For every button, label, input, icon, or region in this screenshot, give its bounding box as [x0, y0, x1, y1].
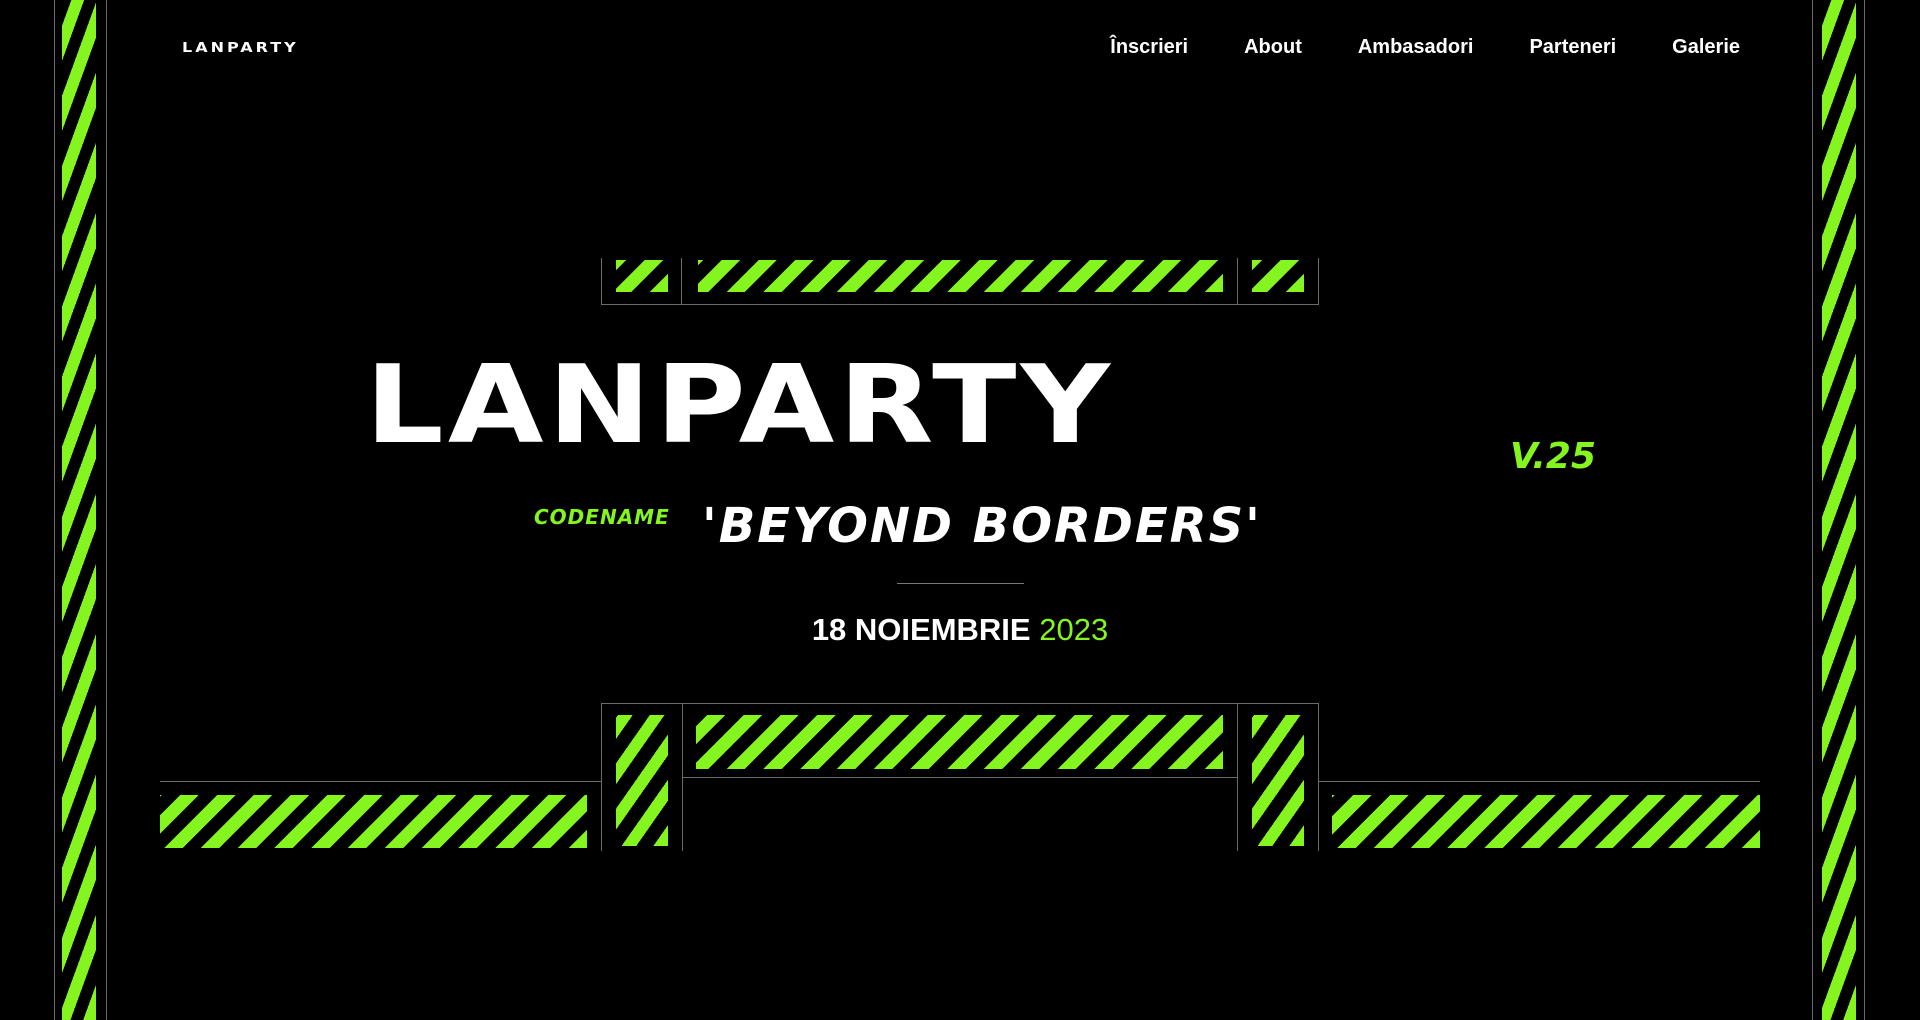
bottom-frame-line	[1318, 703, 1319, 851]
date-year: 2023	[1039, 612, 1109, 647]
bottom-stripe-col-left	[616, 715, 668, 846]
top-hazard-frame	[600, 258, 1320, 306]
right-hazard-stripe	[1822, 0, 1856, 1020]
bottom-frame-line	[601, 703, 602, 851]
left-frame-line-outer	[54, 0, 55, 1020]
top-stripe-center	[698, 260, 1223, 292]
top-stripe-right	[1252, 260, 1304, 292]
bottom-hazard-frame	[160, 703, 1760, 851]
codename: 'BEYOND BORDERS'	[702, 498, 1262, 554]
version-badge: V.25	[1510, 436, 1597, 477]
site-logo[interactable]: LANPARTY	[182, 39, 299, 55]
date-day-month: 18 NOIEMBRIE	[811, 612, 1031, 647]
bottom-stripe-left	[160, 795, 587, 848]
top-frame-line	[1237, 258, 1238, 304]
bottom-frame-line	[1237, 703, 1238, 851]
hero-divider	[897, 583, 1024, 584]
bottom-frame-line	[601, 703, 1319, 704]
top-stripe-left	[616, 260, 668, 292]
codename-label: CODENAME	[534, 505, 670, 529]
left-hazard-stripe	[62, 0, 96, 1020]
top-frame-line	[601, 304, 1319, 305]
bottom-frame-line	[160, 781, 601, 782]
bottom-frame-line	[682, 703, 683, 851]
event-date: 18 NOIEMBRIE 2023	[0, 612, 1920, 648]
top-frame-line	[1318, 258, 1319, 304]
bottom-frame-line	[682, 777, 1238, 778]
nav-parteneri[interactable]: Parteneri	[1529, 36, 1616, 59]
right-frame-line-inner	[1812, 0, 1813, 1020]
top-frame-line	[601, 258, 602, 304]
bottom-frame-line	[1318, 781, 1760, 782]
main-nav: Înscrieri About Ambasadori Parteneri Gal…	[1110, 36, 1740, 59]
top-frame-line	[681, 258, 682, 304]
nav-ambasadori[interactable]: Ambasadori	[1358, 36, 1474, 59]
hero-title: LANPARTY	[365, 343, 1115, 469]
bottom-stripe-col-right	[1252, 715, 1304, 846]
nav-inscrieri[interactable]: Înscrieri	[1110, 36, 1188, 59]
bottom-stripe-right	[1332, 795, 1760, 848]
nav-galerie[interactable]: Galerie	[1672, 36, 1740, 59]
right-frame-line-outer	[1864, 0, 1865, 1020]
nav-about[interactable]: About	[1244, 36, 1302, 59]
bottom-stripe-center	[696, 715, 1223, 769]
left-frame-line-inner	[106, 0, 107, 1020]
